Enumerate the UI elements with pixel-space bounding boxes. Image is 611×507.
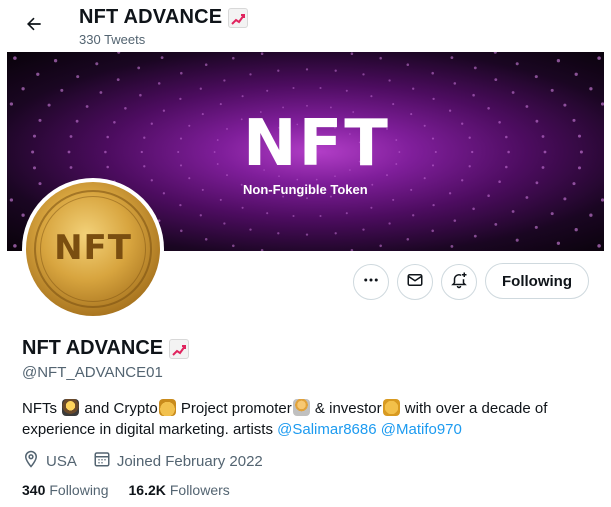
more-button[interactable] [353, 264, 389, 300]
profile-name-text: NFT ADVANCE [22, 337, 164, 359]
chart-increasing-emoji-icon [228, 7, 249, 28]
handshake-emoji-icon [382, 399, 400, 416]
student-emoji-icon [62, 399, 80, 416]
following-stat-link[interactable]: 340 Following [22, 482, 109, 498]
more-icon [362, 271, 380, 294]
message-button[interactable] [397, 264, 433, 300]
avatar[interactable]: NFT [22, 178, 164, 320]
banner-headline: NFT [243, 107, 390, 181]
person-emoji-icon [292, 399, 310, 416]
bell-plus-icon [450, 271, 468, 294]
mail-icon [406, 271, 424, 294]
profile-handle: @NFT_ADVANCE01 [22, 364, 163, 381]
notifications-button[interactable] [441, 264, 477, 300]
follow-stats: 340 Following 16.2K Followers [22, 482, 230, 498]
top-bar: NFT ADVANCE 330 Tweets [0, 0, 611, 52]
profile-name: NFT ADVANCE [22, 337, 190, 360]
location-text: USA [46, 452, 77, 470]
location-pin-icon [22, 450, 40, 472]
following-count: 340 [22, 482, 46, 498]
bio-text-2: and Crypto [80, 400, 158, 417]
money-bag-emoji-icon [158, 399, 176, 416]
location-item: USA [22, 450, 77, 472]
bio-text-1: NFTs [22, 400, 62, 417]
mention-link-salimar[interactable]: @Salimar8686 [277, 421, 376, 438]
followers-label: Followers [169, 482, 230, 498]
bio-text-3: Project promoter [176, 400, 292, 417]
following-button[interactable]: Following [485, 263, 589, 299]
joined-text: Joined February 2022 [116, 452, 263, 470]
banner-subtitle: Non-Fungible Token [243, 182, 368, 197]
chart-increasing-emoji-icon [169, 338, 190, 359]
header-title-text: NFT ADVANCE [79, 6, 223, 28]
avatar-coin-image: NFT [26, 182, 160, 316]
followers-count: 16.2K [128, 482, 166, 498]
profile-meta: USA Joined February 2022 [22, 450, 263, 472]
profile-bio: NFTs and Crypto Project promoter & inves… [22, 398, 592, 440]
back-button[interactable] [18, 10, 50, 42]
calendar-icon [93, 450, 111, 472]
arrow-left-icon [24, 14, 44, 39]
bio-text-4: & investor [310, 400, 382, 417]
following-label: Following [49, 482, 109, 498]
profile-page: NFT ADVANCE 330 Tweets NFT Non-Fungible … [0, 0, 611, 507]
header-title: NFT ADVANCE [79, 6, 249, 29]
mention-link-matifo[interactable]: @Matifo970 [381, 421, 462, 438]
joined-item: Joined February 2022 [93, 450, 263, 472]
followers-stat-link[interactable]: 16.2K Followers [129, 482, 230, 498]
avatar-coin-text: NFT [54, 228, 132, 268]
tweet-count: 330 Tweets [79, 32, 146, 47]
